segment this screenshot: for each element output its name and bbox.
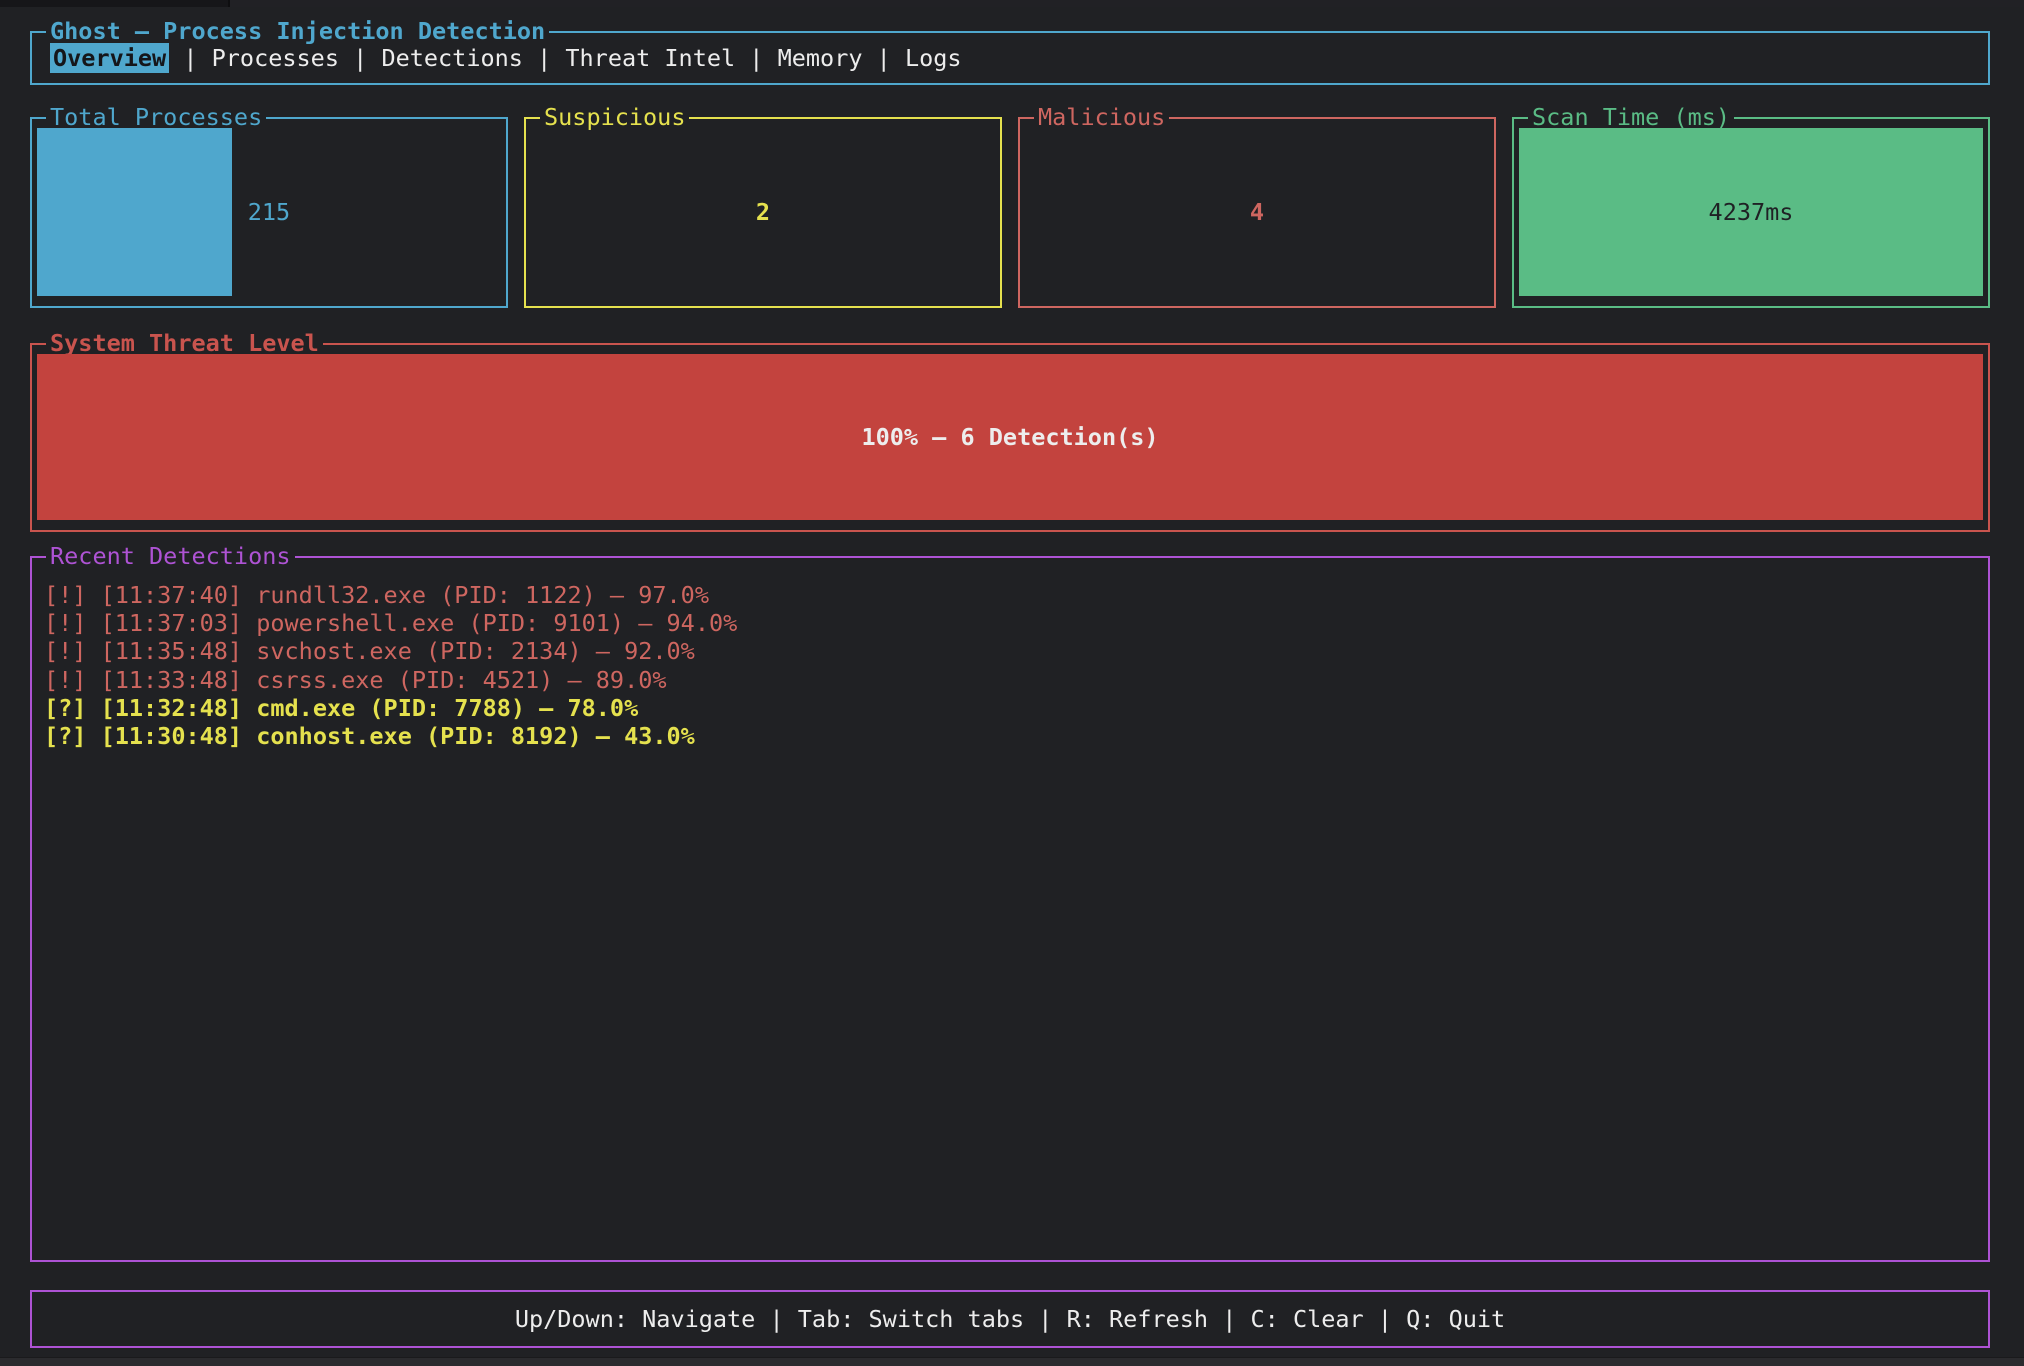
app-title-box: Ghost — Process Injection Detection Over…: [30, 31, 1990, 85]
recent-detections-box: Recent Detections [!] [11:37:40] rundll3…: [30, 556, 1990, 1262]
scan-time-gauge: 4237ms: [1519, 128, 1983, 296]
terminal-bottom-strip: [0, 1357, 2024, 1366]
footer-shortcuts: Up/Down: Navigate | Tab: Switch tabs | R…: [32, 1292, 1988, 1346]
tab-processes[interactable]: Processes: [212, 44, 339, 72]
card-total-processes-title: Total Processes: [46, 103, 266, 131]
card-malicious: Malicious 4: [1018, 117, 1496, 308]
tab-logs[interactable]: Logs: [905, 44, 962, 72]
tab-separator: |: [863, 44, 905, 72]
tab-separator: |: [339, 44, 381, 72]
tab-bar: Overview | Processes | Detections | Thre…: [32, 33, 1988, 83]
detection-row[interactable]: [!] [11:35:48] svchost.exe (PID: 2134) —…: [44, 637, 1978, 665]
detection-row[interactable]: [?] [11:32:48] cmd.exe (PID: 7788) — 78.…: [44, 694, 1978, 722]
footer-box: Up/Down: Navigate | Tab: Switch tabs | R…: [30, 1290, 1990, 1348]
threat-level-title: System Threat Level: [46, 329, 323, 357]
tab-overview[interactable]: Overview: [50, 43, 169, 73]
suspicious-gauge: 2: [531, 128, 995, 296]
detection-row[interactable]: [?] [11:30:48] conhost.exe (PID: 8192) —…: [44, 722, 1978, 750]
detections-list: [!] [11:37:40] rundll32.exe (PID: 1122) …: [32, 558, 1988, 1260]
malicious-gauge: 4: [1025, 128, 1489, 296]
threat-level-gauge: 100% — 6 Detection(s): [37, 354, 1983, 520]
tab-separator: |: [523, 44, 565, 72]
detection-row[interactable]: [!] [11:37:03] powershell.exe (PID: 9101…: [44, 609, 1978, 637]
detection-row[interactable]: [!] [11:33:48] csrss.exe (PID: 4521) — 8…: [44, 666, 1978, 694]
tab-threat-intel[interactable]: Threat Intel: [565, 44, 735, 72]
threat-level-box: System Threat Level 100% — 6 Detection(s…: [30, 343, 1990, 532]
threat-level-label: 100% — 6 Detection(s): [37, 354, 1983, 520]
card-suspicious-title: Suspicious: [540, 103, 689, 131]
terminal-top-strip: [0, 0, 2024, 7]
tab-memory[interactable]: Memory: [778, 44, 863, 72]
stat-cards-row: Total Processes 215 Suspicious 2 Malicio…: [30, 117, 1990, 308]
tab-detections[interactable]: Detections: [381, 44, 522, 72]
malicious-value: 4: [1025, 128, 1489, 296]
card-malicious-title: Malicious: [1034, 103, 1169, 131]
terminal-screen: Ghost — Process Injection Detection Over…: [0, 0, 2024, 1366]
card-scan-time-title: Scan Time (ms): [1528, 103, 1734, 131]
scan-time-value: 4237ms: [1519, 128, 1983, 296]
card-scan-time: Scan Time (ms) 4237ms: [1512, 117, 1990, 308]
detection-row[interactable]: [!] [11:37:40] rundll32.exe (PID: 1122) …: [44, 581, 1978, 609]
tab-separator: |: [169, 44, 211, 72]
suspicious-value: 2: [531, 128, 995, 296]
terminal-top-strip-tab: [0, 0, 230, 7]
card-suspicious: Suspicious 2: [524, 117, 1002, 308]
tab-separator: |: [735, 44, 777, 72]
total-processes-gauge: 215: [37, 128, 501, 296]
total-processes-value: 215: [37, 128, 501, 296]
card-total-processes: Total Processes 215: [30, 117, 508, 308]
